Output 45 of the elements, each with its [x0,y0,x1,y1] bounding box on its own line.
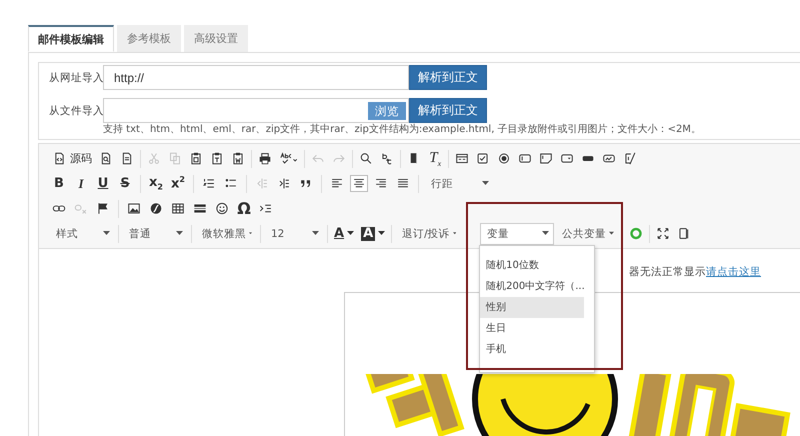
menu-item[interactable]: 生日 [480,318,584,338]
notice-link[interactable]: 请点击这里 [706,266,761,278]
dropdown[interactable]: 普通 [122,222,188,244]
clear-format-button[interactable]: T$_{x}$ [425,148,446,170]
menu-item[interactable]: 随机10位数 [480,254,584,276]
caret-icon [312,231,319,236]
text-color-button[interactable]: A [331,222,358,244]
dropdown[interactable]: 公共变量 [555,222,620,244]
field-label: 从网址导入 [49,70,103,84]
subscript-button[interactable]: x$_{2}$ [146,172,166,194]
field-label: 从文件导入 [49,104,103,118]
source-button[interactable]: 源码 [49,148,95,170]
strikethrough-button[interactable]: S [115,172,135,194]
hint-text: 支持 txt、htm、html、eml、rar、zip文件，其中rar、zip文件结构为:example.html, 子目录放附件或引用图片；文件大小：<2M。 [103,123,702,137]
caret-icon [609,231,614,236]
caret-icon [103,231,110,236]
caret-icon [452,231,456,236]
notice-text: 器无法正常显示请点击这里 [629,266,761,278]
caret-icon [347,231,354,236]
omega-button[interactable]: Ω [234,198,254,220]
caret-icon [378,231,386,236]
bold-button[interactable]: B [49,172,69,194]
dropdown[interactable]: 变量 [480,222,554,244]
italic-button[interactable]: I [71,172,91,194]
parse-button[interactable]: 解析到正文 [409,65,487,90]
caret-icon [482,181,489,186]
tab[interactable]: 高级设置 [184,25,248,52]
dropdown[interactable]: 行距 [424,172,494,194]
dropdown[interactable]: 微软雅黑 [195,222,257,244]
background-color-button[interactable]: A [358,222,388,244]
superscript-button[interactable]: x$^{2}$ [168,172,188,194]
caret-icon [176,231,183,236]
tab[interactable]: 邮件模板编辑 [28,25,114,52]
align-center-icon[interactable] [350,175,368,192]
dropdown[interactable]: 退订/投诉 [395,222,462,244]
menu-item[interactable]: 随机200中文字符（... [480,276,584,296]
url-field[interactable]: http:// [103,65,409,90]
parse-button[interactable]: 解析到正文 [409,98,487,123]
dropdown[interactable]: 样式 [49,222,115,244]
dropdown[interactable]: 12 [264,222,324,244]
menu-item[interactable]: 性别 [480,296,584,318]
menu-item[interactable]: 手机 [480,338,584,360]
tab[interactable]: 参考模板 [117,25,181,52]
underline-button[interactable]: U [93,172,113,194]
caret-icon [542,231,550,236]
